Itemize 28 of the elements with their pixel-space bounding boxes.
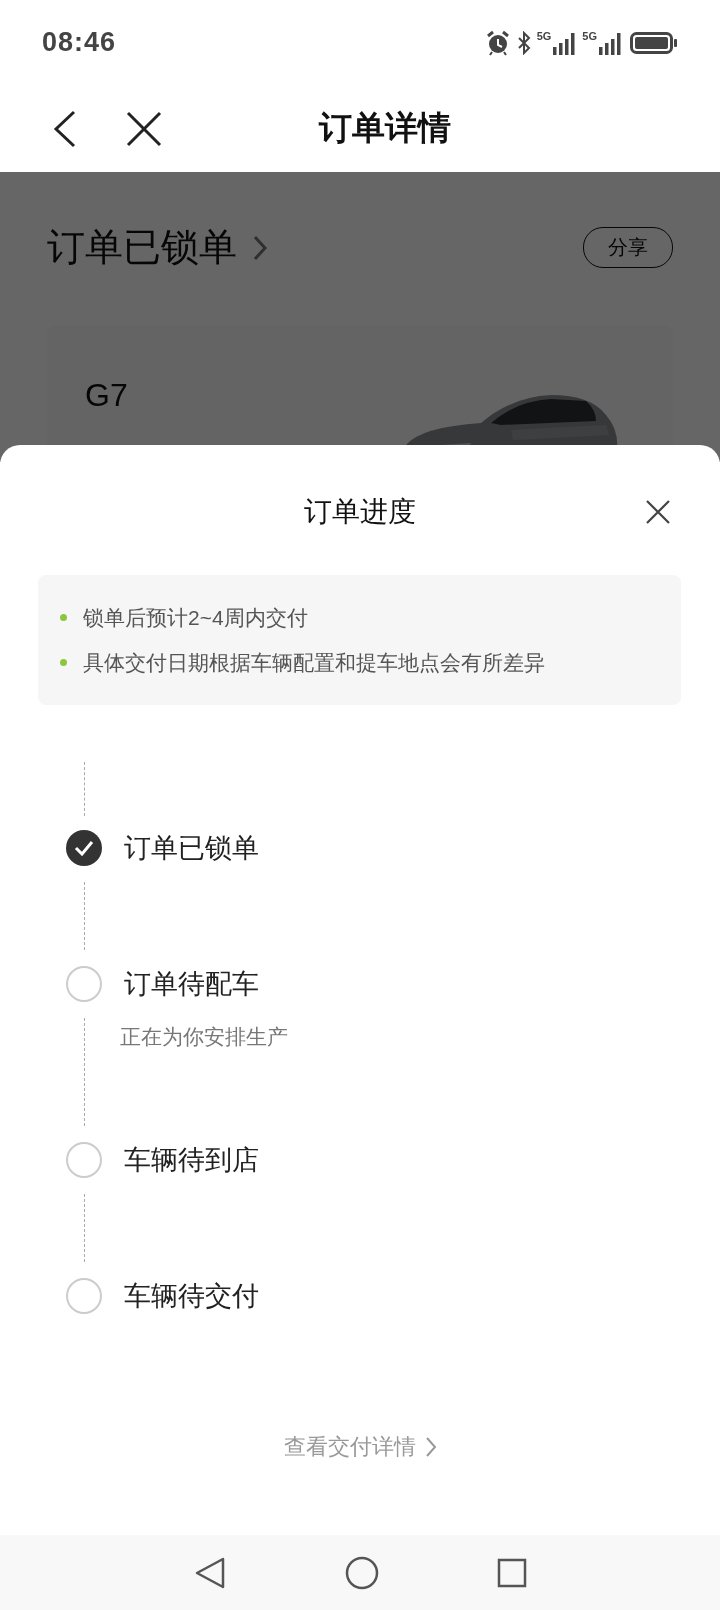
step-label: 车辆待交付 [124, 1280, 259, 1313]
step-label: 订单已锁单 [124, 832, 259, 865]
bluetooth-icon [516, 30, 531, 55]
step-label: 车辆待到店 [124, 1144, 259, 1177]
close-icon[interactable] [646, 500, 670, 524]
close-icon[interactable] [126, 110, 162, 147]
step-label: 订单待配车 [124, 968, 259, 1001]
car-model: G7 [85, 377, 128, 415]
sheet-title: 订单进度 [304, 495, 416, 529]
recent-apps-icon[interactable] [497, 1557, 527, 1588]
back-icon[interactable] [193, 1555, 227, 1590]
network-type-label: 5G [582, 30, 597, 42]
status-time: 08:46 [42, 27, 117, 58]
delivery-details-link[interactable]: 查看交付详情 [283, 1432, 437, 1462]
note-text: 锁单后预计2~4周内交付 [83, 604, 308, 631]
bullet-dot [60, 659, 67, 666]
share-button[interactable]: 分享 [583, 227, 673, 268]
note-text: 具体交付日期根据车辆配置和提车地点会有所差异 [83, 649, 545, 676]
chevron-right-icon [425, 1437, 437, 1457]
step-description: 正在为你安排生产 [120, 1024, 288, 1050]
order-status: 订单已锁单 [47, 225, 237, 270]
signal-icon [598, 30, 624, 55]
home-icon[interactable] [345, 1555, 379, 1590]
network-type-label: 5G [536, 30, 552, 42]
alarm-icon [484, 29, 511, 56]
bullet-dot [60, 614, 67, 621]
battery-icon [630, 30, 678, 55]
page-title: 订单详情 [319, 108, 451, 148]
